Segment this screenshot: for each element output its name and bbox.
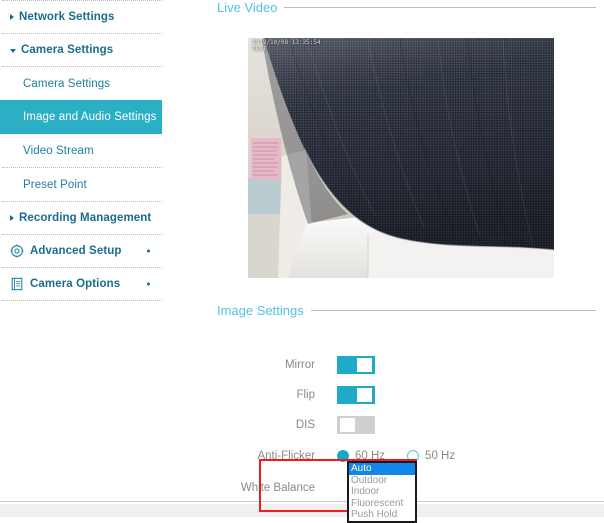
sidebar-item-label: Camera Settings	[21, 44, 113, 56]
triangle-right-icon	[10, 215, 14, 221]
gear-icon	[10, 244, 24, 258]
video-osd-timestamp: 2019/10/08 13:25:54 TEST	[252, 39, 321, 53]
sidebar-item-label: Advanced Setup	[30, 245, 122, 257]
sidebar-item-camera-options[interactable]: Camera Options	[0, 268, 164, 300]
setting-label: DIS	[217, 419, 337, 431]
flip-toggle[interactable]	[337, 386, 375, 404]
setting-label: White Balance	[217, 482, 337, 494]
live-video-section-header: Live Video	[217, 0, 596, 15]
setting-row-flip: Flip	[217, 380, 596, 410]
setting-label: Anti-Flicker	[217, 450, 337, 462]
book-icon	[10, 277, 24, 291]
sidebar-nav: Network Settings Camera Settings Camera …	[0, 0, 164, 294]
sidebar-item-recording-management[interactable]: Recording Management	[0, 202, 164, 234]
sidebar-item-label: Preset Point	[23, 179, 87, 191]
main-content: Live Video	[164, 0, 604, 517]
dropdown-option-push-hold[interactable]: Push Hold	[349, 509, 415, 521]
section-rule	[284, 7, 596, 8]
chevron-collapsed-icon	[147, 250, 150, 253]
sidebar-item-image-and-audio-settings[interactable]: Image and Audio Settings	[0, 100, 162, 134]
sidebar-item-camera-settings[interactable]: Camera Settings	[0, 67, 164, 100]
toggle-knob	[357, 388, 372, 402]
radio-50hz-label: 50 Hz	[425, 450, 455, 462]
sidebar-item-network-settings[interactable]: Network Settings	[0, 1, 164, 33]
setting-row-dis: DIS	[217, 410, 596, 440]
setting-row-mirror: Mirror	[217, 350, 596, 380]
setting-label: Flip	[217, 389, 337, 401]
dis-toggle[interactable]	[337, 416, 375, 434]
sidebar-item-preset-point[interactable]: Preset Point	[0, 168, 164, 201]
sidebar-item-label: Recording Management	[19, 212, 151, 224]
image-settings-section-header: Image Settings	[217, 303, 596, 318]
chevron-collapsed-icon	[147, 283, 150, 286]
sidebar-item-label: Video Stream	[23, 145, 94, 157]
triangle-right-icon	[10, 14, 14, 20]
page-footer-band	[0, 504, 604, 517]
sidebar-item-label: Camera Settings	[23, 78, 110, 90]
video-frame-image	[248, 38, 554, 278]
live-video-player[interactable]: 2019/10/08 13:25:54 TEST	[248, 38, 554, 278]
page-bottom-rule	[0, 501, 604, 502]
toggle-knob	[357, 358, 372, 372]
dropdown-option-indoor[interactable]: Indoor	[349, 486, 415, 498]
toggle-knob	[340, 418, 355, 432]
sidebar-item-label: Network Settings	[19, 11, 115, 23]
sidebar-item-label: Camera Options	[30, 278, 120, 290]
nav-divider	[2, 300, 162, 301]
sidebar-item-video-stream[interactable]: Video Stream	[0, 134, 164, 167]
section-title: Live Video	[217, 0, 284, 15]
sidebar-item-advanced-setup[interactable]: Advanced Setup	[0, 235, 164, 267]
sidebar-item-camera-settings-group[interactable]: Camera Settings	[0, 34, 164, 66]
dropdown-option-auto[interactable]: Auto	[349, 463, 415, 475]
dropdown-option-fluorescent[interactable]: Fluorescent	[349, 498, 415, 510]
triangle-down-icon	[10, 49, 16, 53]
white-balance-dropdown-list[interactable]: Auto Outdoor Indoor Fluorescent Push Hol…	[347, 461, 417, 523]
mirror-toggle[interactable]	[337, 356, 375, 374]
section-rule	[311, 310, 596, 311]
section-title: Image Settings	[217, 303, 311, 318]
setting-label: Mirror	[217, 359, 337, 371]
dropdown-option-outdoor[interactable]: Outdoor	[349, 475, 415, 487]
sidebar-item-label: Image and Audio Settings	[23, 111, 156, 123]
